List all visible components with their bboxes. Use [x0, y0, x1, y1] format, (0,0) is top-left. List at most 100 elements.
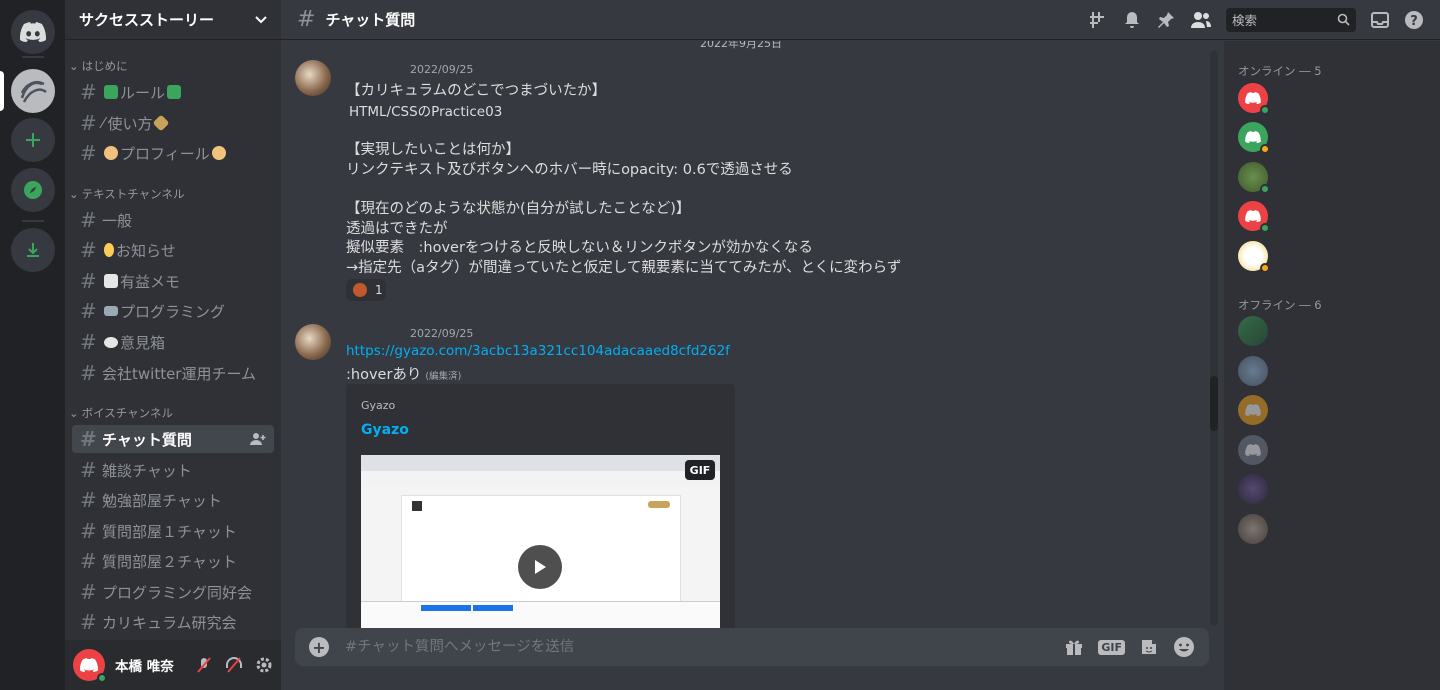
channel-question-room-2[interactable]: # 質問部屋２チャット	[72, 547, 274, 575]
member-avatar[interactable]	[1238, 356, 1268, 386]
play-button[interactable]	[518, 545, 562, 589]
play-icon	[535, 560, 546, 574]
inbox-icon[interactable]	[1370, 10, 1390, 30]
channel-study-room[interactable]: # 勉強部屋チャット	[72, 486, 274, 514]
hash-icon: #	[80, 80, 97, 104]
category-voice[interactable]: ⌄ ボイスチャンネル	[69, 405, 173, 421]
message-line: 【現在のどのような状態か(自分が試したことなど)】	[346, 201, 691, 217]
pin-icon[interactable]	[1156, 10, 1176, 30]
member-avatar[interactable]	[1238, 395, 1268, 425]
speech-bubble-icon	[104, 336, 118, 348]
channel-feedback[interactable]: # 意見箱	[72, 328, 274, 356]
reaction-chip[interactable]: 1	[346, 279, 386, 301]
guild-header[interactable]: サクセスストーリー	[65, 0, 281, 40]
channel-programming-club[interactable]: # プログラミング同好会	[72, 578, 274, 606]
idle-status-icon	[1260, 263, 1270, 273]
channel-label: プログラミング同好会	[102, 583, 253, 602]
channel-rules[interactable]: # ルール	[72, 78, 274, 106]
emoji-icon[interactable]	[1173, 636, 1195, 658]
discord-logo-icon	[1245, 404, 1261, 416]
person-icon	[211, 146, 226, 160]
channel-label: 勉強部屋チャット	[102, 491, 222, 510]
upload-plus-icon[interactable]: +	[309, 637, 329, 657]
channel-question-room-1[interactable]: # 質問部屋１チャット	[72, 517, 274, 545]
channel-curriculum-research[interactable]: # カリキュラム研究会	[72, 608, 274, 636]
channel-announcements[interactable]: # お知らせ	[72, 236, 274, 264]
chevron-down-icon: ⌄	[69, 187, 79, 201]
member-avatar[interactable]	[1238, 316, 1268, 346]
channel-usage[interactable]: # ⁄ 使い方	[72, 109, 274, 137]
add-server-button[interactable]	[11, 118, 55, 162]
reaction-count: 1	[375, 283, 383, 297]
laptop-icon	[104, 306, 118, 316]
channel-header: # チャット質問 検索 ?	[281, 0, 1440, 40]
channel-label: ルール	[120, 83, 166, 102]
channel-general[interactable]: # 一般	[72, 206, 274, 234]
channel-label: 意見箱	[120, 333, 166, 352]
member-list-icon[interactable]	[1190, 10, 1212, 30]
avatar[interactable]	[73, 649, 107, 683]
sticker-icon[interactable]	[1139, 637, 1159, 657]
embed-gif-preview[interactable]: GIF	[361, 455, 720, 644]
gif-button[interactable]: GIF	[1098, 639, 1125, 655]
category-intro[interactable]: ⌄ はじめに	[69, 58, 128, 74]
channel-profile[interactable]: # プロフィール	[72, 139, 274, 167]
message-link[interactable]: https://gyazo.com/3acbc13a321cc104adacaa…	[346, 343, 730, 359]
embed-title[interactable]: Gyazo	[361, 422, 409, 438]
hash-icon: #	[80, 519, 97, 543]
gift-icon[interactable]	[1064, 637, 1084, 657]
author-avatar[interactable]	[295, 60, 331, 96]
scrollbar-thumb[interactable]	[1210, 376, 1218, 431]
help-icon[interactable]: ?	[1404, 10, 1424, 30]
notification-bell-icon[interactable]	[1122, 10, 1142, 30]
discord-logo-icon	[1245, 131, 1261, 143]
channel-notes[interactable]: # 有益メモ	[72, 267, 274, 295]
hash-icon: #	[80, 488, 97, 512]
person-icon	[104, 146, 118, 160]
mute-mic-icon[interactable]	[195, 656, 213, 674]
hash-icon: #	[80, 580, 97, 604]
gear-icon[interactable]	[255, 656, 273, 674]
channel-label: お知らせ	[116, 241, 176, 260]
home-button[interactable]	[11, 10, 55, 54]
username: 本橋 唯奈	[115, 659, 174, 675]
threads-icon[interactable]	[1088, 10, 1108, 30]
selected-indicator	[0, 71, 4, 111]
explore-servers-button[interactable]	[11, 168, 55, 212]
channel-programming[interactable]: # プログラミング	[72, 297, 274, 325]
message-composer: + GIF	[295, 628, 1209, 666]
channel-chat-question[interactable]: # チャット質問	[72, 425, 274, 453]
member-avatar[interactable]	[1238, 83, 1270, 115]
category-text[interactable]: ⌄ テキストチャンネル	[69, 186, 184, 202]
member-avatar[interactable]	[1238, 122, 1270, 154]
member-avatar[interactable]	[1238, 241, 1270, 273]
member-avatar[interactable]	[1238, 435, 1268, 465]
invite-member-icon[interactable]	[250, 432, 266, 446]
category-label: ボイスチャンネル	[81, 406, 173, 420]
channel-chitchat[interactable]: # 雑談チャット	[72, 456, 274, 484]
lightbulb-icon	[104, 243, 114, 257]
preview-logo	[412, 501, 422, 511]
download-apps-button[interactable]	[11, 228, 55, 272]
search-input[interactable]: 検索	[1226, 7, 1356, 32]
message-input[interactable]	[345, 639, 1025, 655]
plus-icon	[26, 133, 40, 147]
preview-browser-tabs	[361, 455, 720, 471]
member-avatar[interactable]	[1238, 162, 1270, 194]
member-avatar[interactable]	[1238, 474, 1268, 504]
edited-label: (編集済)	[425, 371, 462, 382]
author-avatar[interactable]	[295, 324, 331, 360]
hash-icon: #	[80, 299, 97, 323]
hash-icon: #	[80, 208, 97, 232]
member-avatar[interactable]	[1238, 201, 1270, 233]
channel-label: 雑談チャット	[102, 461, 192, 480]
message-timestamp: 2022/09/25	[410, 63, 474, 76]
channel-twitter-team[interactable]: # 会社twitter運用チーム	[72, 359, 274, 387]
deafen-headphones-icon[interactable]	[225, 656, 243, 674]
scrollbar[interactable]	[1210, 51, 1218, 626]
member-avatar[interactable]	[1238, 514, 1268, 544]
channel-label: 一般	[102, 211, 133, 230]
hammer-icon	[152, 114, 170, 132]
server-icon-success-story[interactable]	[11, 69, 55, 113]
hash-icon: #	[80, 549, 97, 573]
